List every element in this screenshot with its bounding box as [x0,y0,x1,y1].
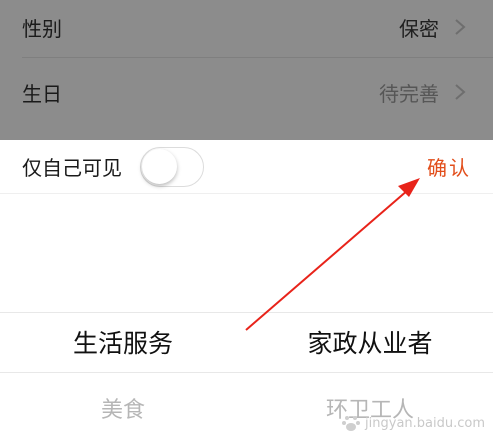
confirm-button[interactable]: 确认 [427,152,471,181]
row-divider [22,57,493,58]
watermark-text: jingyan.baidu.com [365,415,485,431]
gender-row[interactable]: 性别 保密 [0,0,493,54]
gender-label: 性别 [22,16,62,41]
sheet-header: 仅自己可见 确认 [0,140,493,194]
birthday-label: 生日 [22,81,62,106]
birthday-value: 待完善 [379,81,439,106]
private-visibility-toggle[interactable] [140,146,204,187]
profile-list-overlay: 性别 保密 生日 待完善 [0,0,493,140]
occupation-picker-sheet: 仅自己可见 确认 生活服务 美食 家政从业者 环卫工人 [0,140,493,443]
category-column[interactable]: 生活服务 美食 [0,312,246,443]
toggle-knob [142,148,177,184]
watermark: jingyan.baidu.com [341,413,485,433]
category-next-option[interactable]: 美食 [0,392,246,424]
occupation-selected-option[interactable]: 家政从业者 [247,324,493,360]
category-selected-option[interactable]: 生活服务 [0,324,246,360]
birthday-row[interactable]: 生日 待完善 [0,62,493,122]
private-visibility-label: 仅自己可见 [22,156,122,180]
profile-edit-screen: 性别 保密 生日 待完善 仅自己可见 确认 生活服务 美食 家政从业者 环卫工人… [0,0,493,443]
chevron-right-icon [455,19,466,35]
chevron-right-icon [455,84,466,100]
baidu-paw-icon [342,416,361,431]
gender-value: 保密 [399,16,439,41]
